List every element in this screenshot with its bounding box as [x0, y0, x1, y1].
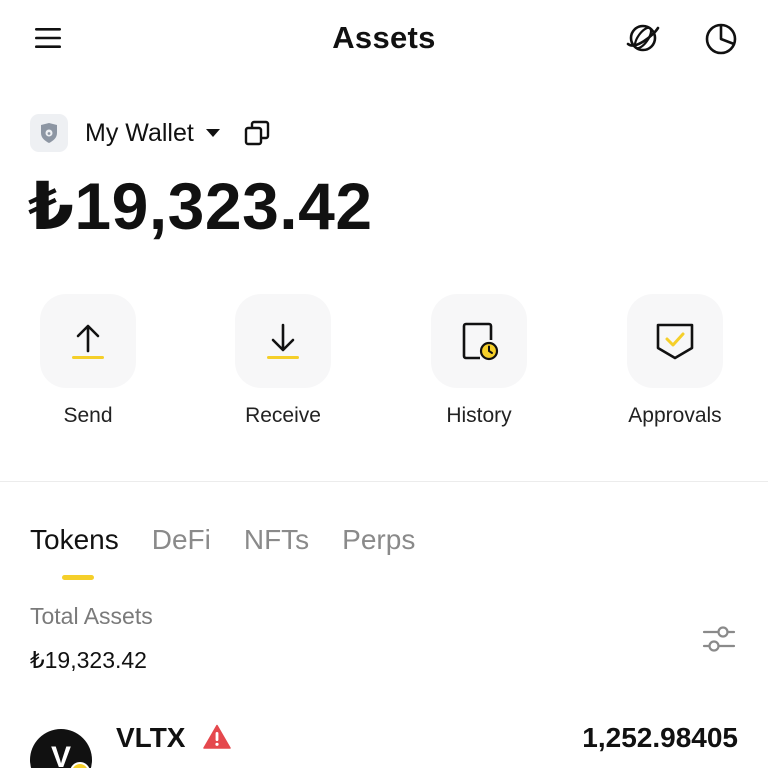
receive-button[interactable]: Receive — [213, 294, 353, 428]
network-button[interactable] — [621, 16, 665, 60]
arrow-down-icon — [267, 323, 299, 359]
token-logo-letter: V — [50, 741, 71, 768]
sliders-filter-icon — [702, 626, 736, 652]
caret-down-icon — [205, 129, 220, 137]
send-label: Send — [63, 404, 113, 427]
globe-planet-icon — [626, 24, 660, 52]
quick-actions: Send Receive History Approvals — [0, 294, 768, 434]
send-tile — [40, 294, 136, 388]
wallet-selector[interactable]: My Wallet — [30, 113, 272, 153]
bear-shield-icon — [41, 123, 57, 143]
total-assets-value: ₺19,323.42 — [30, 647, 147, 673]
wallet-name: My Wallet — [85, 118, 194, 147]
copy-address-button[interactable] — [242, 118, 272, 148]
tab-tokens[interactable]: Tokens — [30, 524, 119, 564]
portfolio-button[interactable] — [699, 16, 743, 60]
tab-perps[interactable]: Perps — [342, 524, 415, 564]
copy-icon — [244, 120, 270, 146]
receive-label: Receive — [245, 404, 321, 427]
pie-chart-icon — [705, 23, 737, 55]
tab-defi[interactable]: DeFi — [152, 524, 211, 564]
approvals-label: Approvals — [628, 404, 722, 427]
app-header: Assets — [0, 0, 768, 78]
active-tab-indicator — [62, 575, 94, 580]
tab-nfts[interactable]: NFTs — [244, 524, 309, 564]
receive-tile — [235, 294, 331, 388]
send-button[interactable]: Send — [18, 294, 158, 428]
asset-tabs: Tokens DeFi NFTs Perps — [30, 524, 448, 564]
total-assets-label: Total Assets — [30, 603, 153, 629]
shield-check-icon — [656, 323, 694, 360]
approvals-tile — [627, 294, 723, 388]
wallet-balance: ₺19,323.42 — [28, 169, 373, 243]
section-divider — [0, 481, 768, 482]
filter-button[interactable] — [700, 622, 738, 656]
token-row[interactable]: V VLTX 1,252.98405 — [0, 710, 768, 768]
history-label: History — [446, 404, 512, 427]
arrow-up-icon — [72, 324, 104, 359]
history-tile — [431, 294, 527, 388]
history-button[interactable]: History — [409, 294, 549, 428]
token-symbol: VLTX — [116, 722, 186, 753]
approvals-button[interactable]: Approvals — [605, 294, 745, 428]
history-clock-icon — [462, 322, 499, 361]
token-amount: 1,252.98405 — [582, 722, 738, 753]
warning-icon[interactable] — [203, 724, 231, 750]
wallet-avatar — [30, 114, 68, 152]
